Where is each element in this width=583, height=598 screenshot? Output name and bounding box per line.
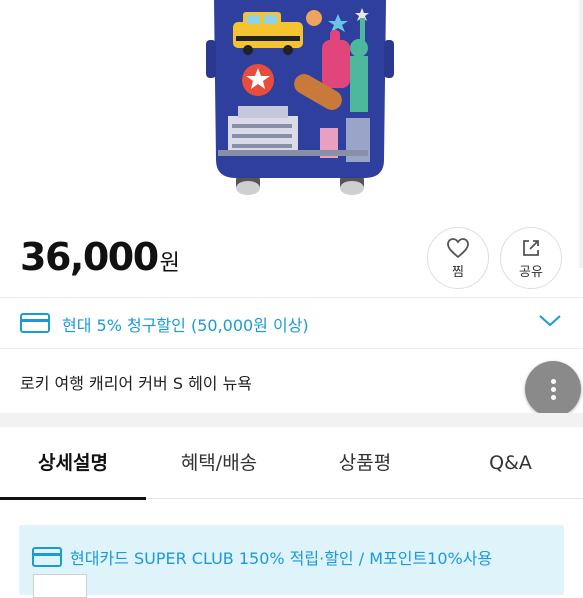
detail-tabs: 상세설명 혜택/배송 상품평 Q&A (0, 427, 583, 499)
card-discount-row[interactable]: 현대 5% 청구할인 (50,000원 이상) (0, 297, 583, 349)
credit-card-icon (20, 313, 50, 333)
active-tab-indicator (0, 497, 146, 500)
product-price: 36,000원 (20, 235, 180, 279)
wish-button[interactable]: 찜 (427, 227, 489, 289)
banner-detail-button[interactable] (33, 574, 87, 598)
tab-qna[interactable]: Q&A (438, 427, 583, 499)
price-row: 36,000원 찜 공유 (0, 215, 583, 297)
card-benefit-text: 현대카드 SUPER CLUB 150% 적립·할인 / M포인트10%사용 (70, 549, 493, 568)
share-button[interactable]: 공유 (500, 227, 562, 289)
suitcase-illustration (206, 0, 394, 195)
more-options-button[interactable] (525, 361, 581, 417)
product-name: 로키 여행 캐리어 커버 S 헤이 뉴욕 (20, 374, 253, 393)
more-vertical-icon (551, 379, 556, 384)
share-icon (523, 240, 539, 256)
price-unit: 원 (159, 251, 180, 276)
section-divider (0, 413, 583, 427)
tab-description[interactable]: 상세설명 (0, 427, 146, 499)
credit-card-icon (32, 547, 62, 567)
product-image[interactable] (0, 0, 583, 215)
share-label: 공유 (519, 265, 543, 280)
heart-icon (447, 238, 469, 259)
card-discount-text: 현대 5% 청구할인 (50,000원 이상) (62, 316, 309, 335)
card-benefit-banner[interactable]: 현대카드 SUPER CLUB 150% 적립·할인 / M포인트10%사용 (19, 525, 564, 598)
product-name-row: 로키 여행 캐리어 커버 S 헤이 뉴욕 (0, 349, 583, 417)
tab-reviews[interactable]: 상품평 (292, 427, 438, 499)
chevron-down-icon[interactable] (538, 312, 562, 328)
tab-benefits-shipping[interactable]: 혜택/배송 (146, 427, 292, 499)
wish-label: 찜 (452, 265, 464, 280)
